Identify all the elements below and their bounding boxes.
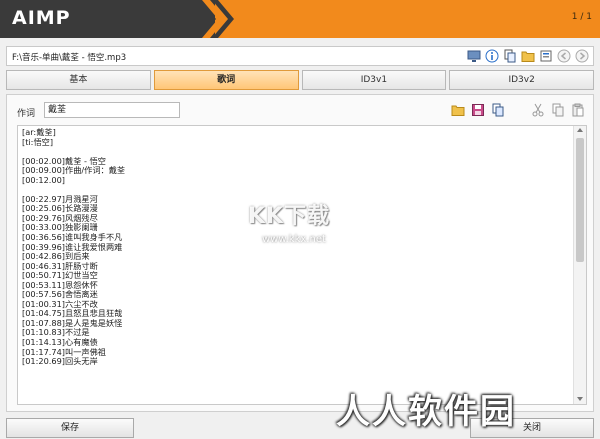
page-counter: 1 / 1 [571, 12, 592, 22]
copy-icon[interactable] [503, 49, 517, 63]
lyrics-toolbar [451, 103, 585, 117]
lyricist-input[interactable]: 戴荃 [44, 102, 180, 118]
tab-id3v2[interactable]: ID3v2 [449, 70, 594, 90]
folder-icon[interactable] [521, 49, 535, 63]
scroll-up-icon[interactable] [577, 128, 583, 132]
path-toolbar [467, 49, 589, 63]
chevron-decoration-icon [188, 0, 242, 38]
site-watermark: www.kkx.net [262, 234, 326, 245]
forward-icon[interactable] [575, 49, 589, 63]
tab-lyrics[interactable]: 歌词 [153, 70, 299, 90]
tab-id3v1[interactable]: ID3v1 [301, 70, 447, 90]
lyrics-panel: 作词 戴荃 [ar:戴荃] [ti:悟空] [00:02.00]戴荃 - 悟空 … [6, 94, 594, 412]
tab-bar: 基本 歌词 ID3v1 ID3v2 [6, 70, 594, 90]
open-folder-icon[interactable] [451, 103, 465, 117]
app-logo: AIMP [12, 7, 71, 29]
file-path-field[interactable]: F:\音乐-单曲\戴荃 - 悟空.mp3 [6, 46, 594, 66]
save-button[interactable]: 保存 [6, 418, 134, 438]
copy-tags-icon[interactable] [491, 103, 505, 117]
copy-text-icon[interactable] [551, 103, 565, 117]
tab-basic[interactable]: 基本 [6, 70, 151, 90]
monitor-icon[interactable] [467, 49, 481, 63]
info-icon[interactable] [485, 49, 499, 63]
kk-watermark: KK下载 [248, 204, 331, 229]
paste-icon[interactable] [571, 103, 585, 117]
lyrics-scrollbar[interactable] [573, 126, 586, 404]
file-path-text: F:\音乐-单曲\戴荃 - 悟空.mp3 [12, 53, 127, 63]
scroll-down-icon[interactable] [577, 397, 583, 401]
lyricist-label: 作词 [17, 109, 36, 119]
title-bar: AIMP 1 / 1 [0, 0, 600, 38]
rr-watermark: 人人软件园 [336, 392, 516, 432]
properties-icon[interactable] [539, 49, 553, 63]
save-icon[interactable] [471, 103, 485, 117]
lyrics-textarea[interactable]: [ar:戴荃] [ti:悟空] [00:02.00]戴荃 - 悟空 [00:09… [17, 125, 587, 405]
lyrics-content: [ar:戴荃] [ti:悟空] [00:02.00]戴荃 - 悟空 [00:09… [22, 127, 126, 367]
back-icon[interactable] [557, 49, 571, 63]
scrollbar-thumb[interactable] [576, 138, 584, 262]
cut-icon[interactable] [531, 103, 545, 117]
